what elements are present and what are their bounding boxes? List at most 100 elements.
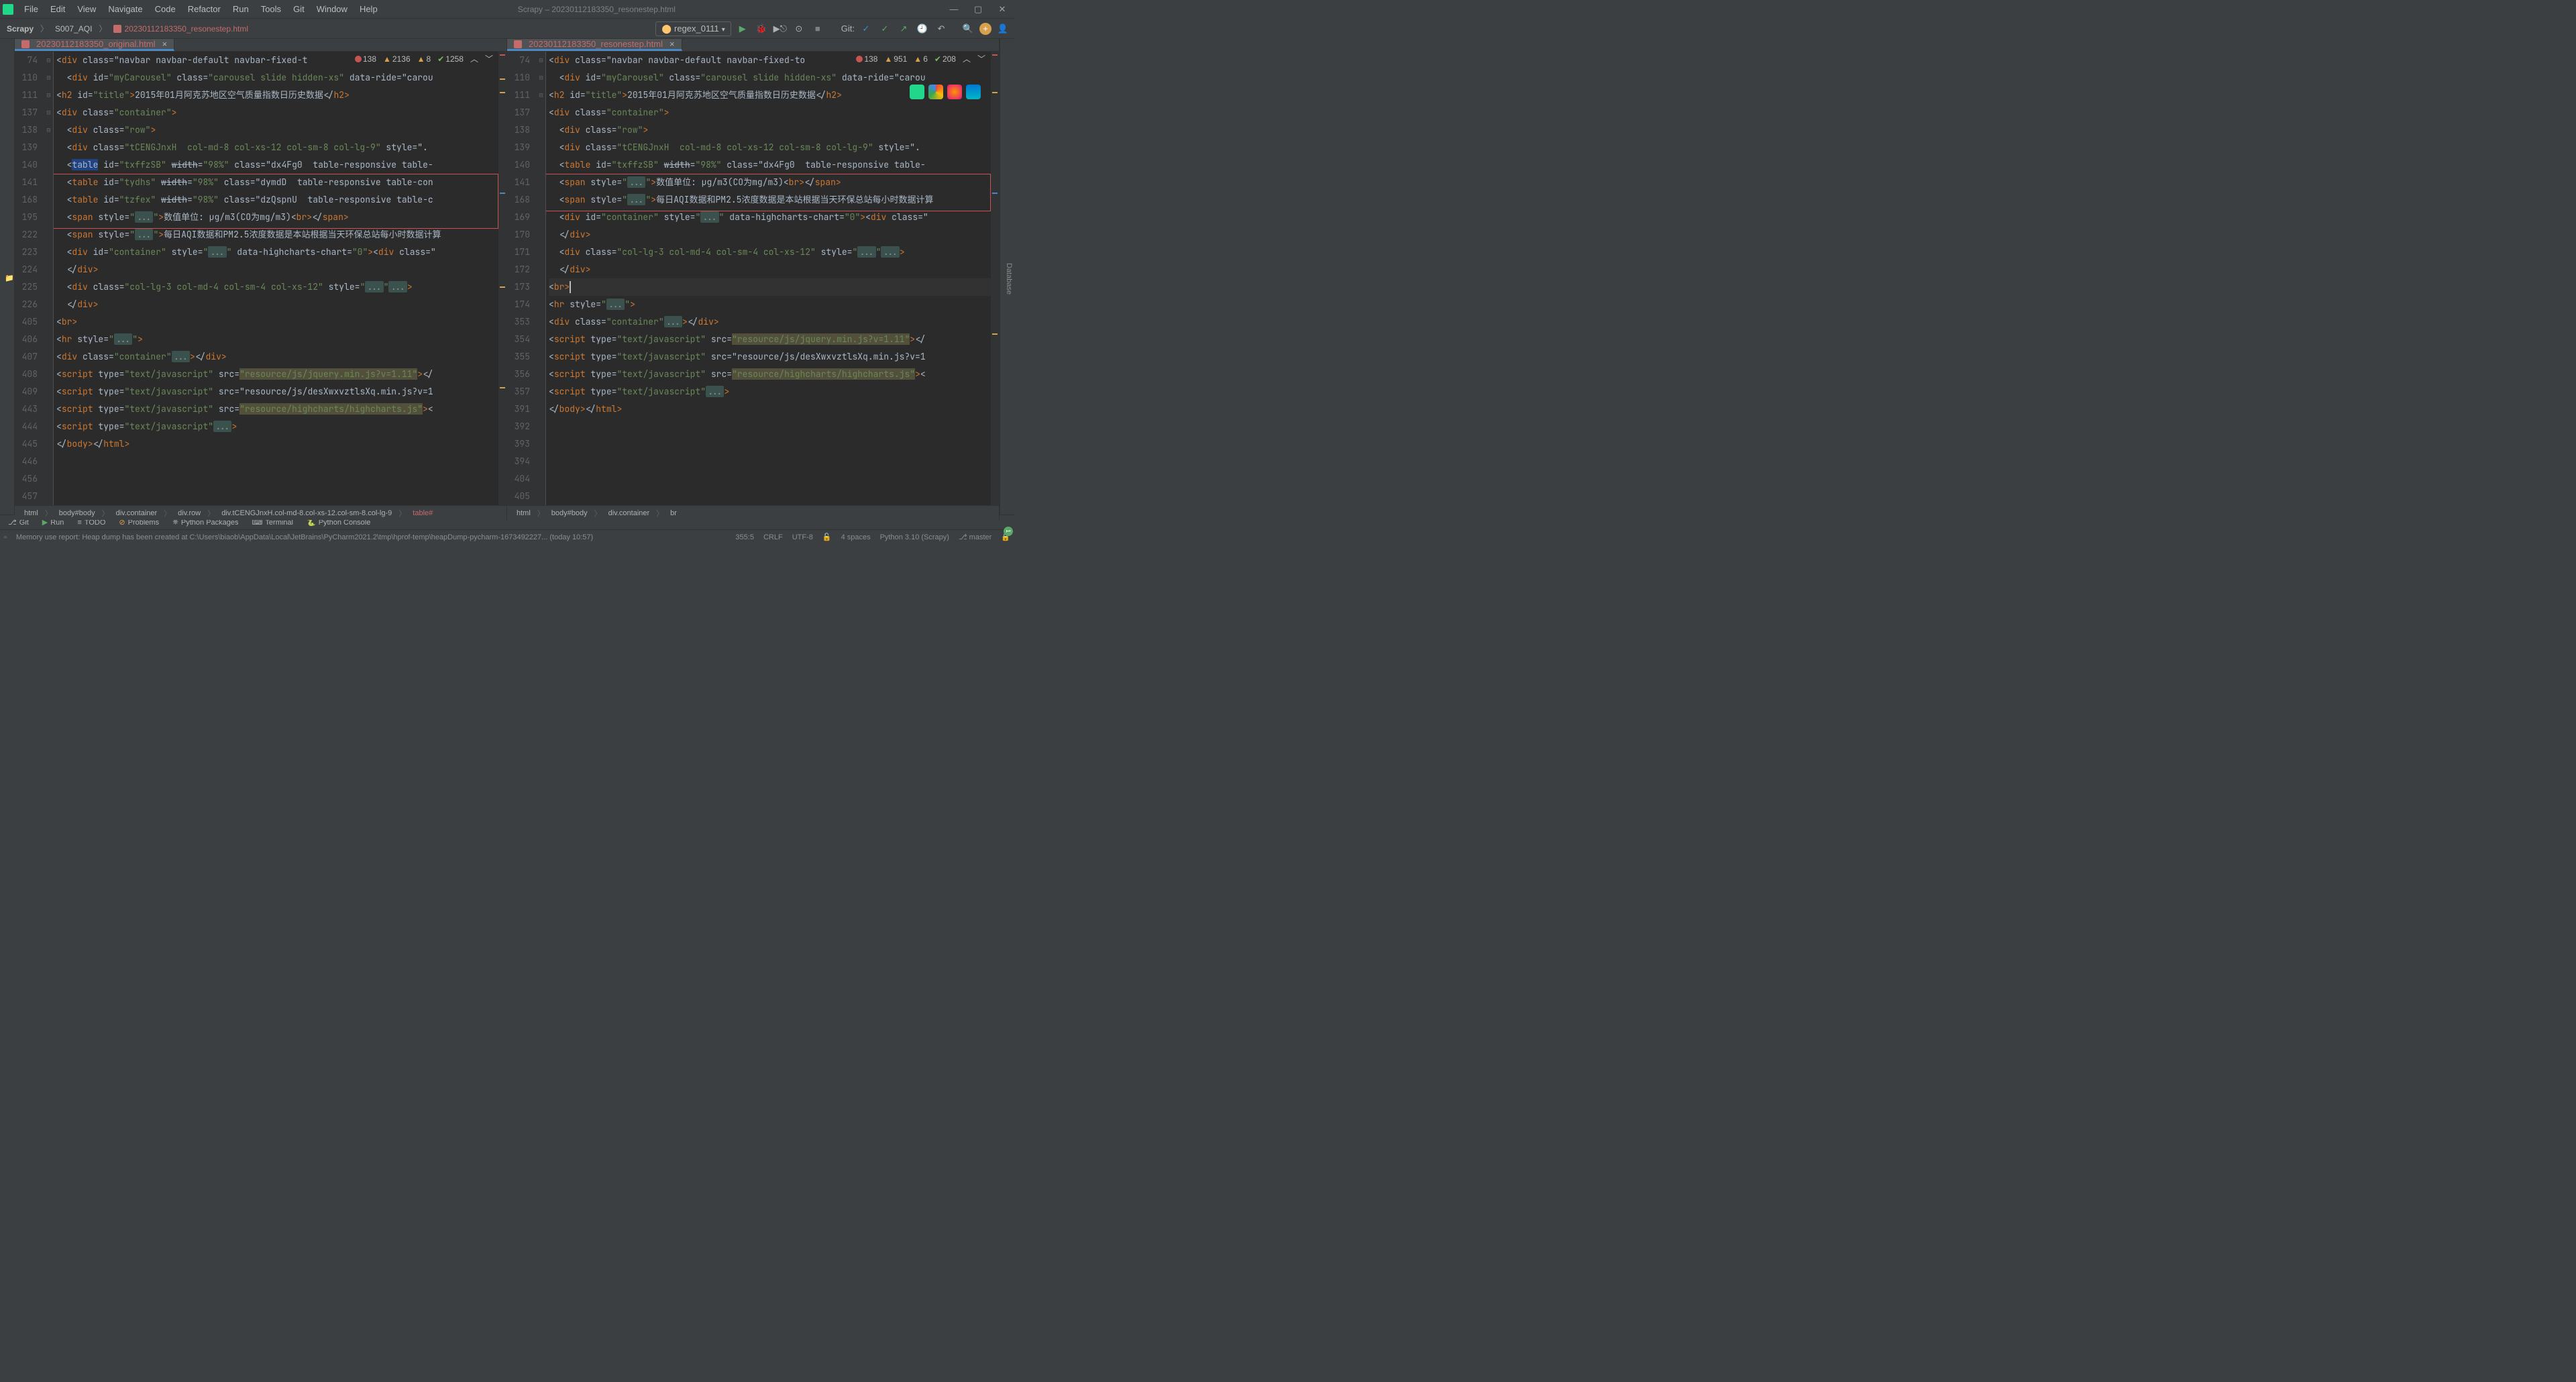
editor-tabs: 20230112183350_original.html × 202301121… (15, 39, 1000, 52)
code-area-left[interactable]: <div class="navbar navbar-default navbar… (54, 52, 498, 505)
fold-gutter[interactable]: ⊟⊟⊟⊟⊟ (44, 52, 54, 505)
marker-stripe-right[interactable] (991, 52, 999, 505)
error-count: 138 (363, 54, 376, 64)
menu-edit[interactable]: Edit (45, 3, 70, 15)
editor-crumb[interactable]: body#body (547, 509, 592, 518)
weak-warning-icon: ▲ (417, 54, 425, 64)
editor-breadcrumb-left: html〉 body#body〉 div.container〉 div.row〉… (15, 505, 506, 520)
menu-navigate[interactable]: Navigate (103, 3, 148, 15)
search-everywhere-button[interactable]: 🔍 (961, 21, 975, 36)
editor-crumb[interactable]: br (666, 509, 681, 518)
weak-count: 6 (923, 54, 928, 64)
toolwindow-database[interactable]: Database (1004, 258, 1014, 300)
warning-icon: ▲ (884, 54, 892, 64)
editor-crumb[interactable]: div.container (604, 509, 654, 518)
coverage-button[interactable]: ▶⎋ (773, 21, 788, 36)
menu-view[interactable]: View (72, 3, 101, 15)
edge-icon[interactable] (966, 85, 981, 99)
file-encoding[interactable]: UTF-8 (792, 533, 813, 541)
inspection-widget-right[interactable]: 138 ▲951 ▲6 ✔208 ︿ ﹀ (852, 52, 989, 66)
chrome-icon[interactable] (928, 85, 943, 99)
html-file-icon (514, 40, 522, 48)
typo-count: 208 (943, 54, 956, 64)
maximize-button[interactable]: ▢ (969, 3, 987, 16)
run-button[interactable]: ▶ (735, 21, 750, 36)
editor-crumb[interactable]: body#body (55, 509, 99, 518)
folder-icon[interactable]: 📁 (5, 274, 14, 282)
stop-button[interactable]: ■ (810, 21, 825, 36)
close-button[interactable]: ✕ (993, 3, 1012, 16)
app-icon (3, 4, 13, 15)
indent-setting[interactable]: 4 spaces (841, 533, 871, 541)
menu-file[interactable]: File (19, 3, 44, 15)
close-tab-icon[interactable]: × (669, 39, 675, 49)
account-button[interactable]: 👤 (996, 21, 1010, 36)
html-file-icon (21, 40, 30, 48)
error-icon (355, 56, 362, 62)
menu-code[interactable]: Code (150, 3, 181, 15)
line-gutter[interactable]: 7411011113713813914014116816917017117217… (507, 52, 537, 505)
next-highlight-icon[interactable]: ﹀ (485, 53, 493, 64)
editor-crumb[interactable]: html (20, 509, 42, 518)
prev-highlight-icon[interactable]: ︿ (470, 53, 478, 64)
warning-count: 2136 (392, 54, 411, 64)
builtin-preview-icon[interactable] (910, 85, 924, 99)
editor-tab-left[interactable]: 20230112183350_original.html × (15, 39, 174, 51)
inspection-widget-left[interactable]: 138 ▲2136 ▲8 ✔1258 ︿ ﹀ (351, 52, 497, 66)
python-interpreter[interactable]: Python 3.10 (Scrapy) (880, 533, 949, 541)
fold-gutter[interactable]: ⊟⊟⊟ (537, 52, 546, 505)
error-icon (856, 56, 863, 62)
firefox-icon[interactable] (947, 85, 962, 99)
status-bar: ▫ Memory use report: Heap dump has been … (0, 529, 1014, 544)
typo-count: 1258 (445, 54, 464, 64)
next-highlight-icon[interactable]: ﹀ (977, 53, 985, 64)
ide-settings-button[interactable]: + (979, 23, 991, 35)
tab-filename: 20230112183350_resonestep.html (529, 39, 663, 49)
vcs-push-button[interactable]: ↗ (896, 21, 911, 36)
open-in-browser-icons (910, 85, 981, 99)
git-branch[interactable]: ⎇ master (959, 533, 991, 541)
warning-icon: ▲ (383, 54, 391, 64)
vcs-label: Git: (841, 23, 855, 34)
editor-crumb[interactable]: html (513, 509, 535, 518)
crumb-file[interactable]: 20230112183350_resonestep.html (111, 23, 251, 35)
editor-tab-right[interactable]: 20230112183350_resonestep.html × (507, 39, 682, 51)
crumb-folder[interactable]: S007_AQI (52, 23, 95, 35)
debug-button[interactable]: 🐞 (754, 21, 769, 36)
right-tool-stripe: Database SciView Event Log 1 (1000, 39, 1014, 515)
menu-refactor[interactable]: Refactor (182, 3, 226, 15)
breadcrumb: Scrapy 〉 S007_AQI 〉 20230112183350_reson… (4, 23, 251, 35)
editor-pane-right[interactable]: 138 ▲951 ▲6 ✔208 ︿ ﹀ 7411011113713813914… (507, 52, 1000, 520)
editor-crumb[interactable]: div.container (112, 509, 162, 518)
weak-warning-icon: ▲ (914, 54, 922, 64)
editor-crumb[interactable]: div.row (174, 509, 205, 518)
typo-icon: ✔ (934, 54, 941, 64)
editor-crumb[interactable]: table# (409, 509, 437, 518)
nav-toolbar: Scrapy 〉 S007_AQI 〉 20230112183350_reson… (0, 19, 1014, 39)
vcs-commit-button[interactable]: ✓ (877, 21, 892, 36)
editor-area: 20230112183350_original.html × 202301121… (15, 39, 1000, 515)
crumb-project[interactable]: Scrapy (4, 23, 36, 35)
chevron-right-icon: 〉 (40, 23, 48, 34)
vcs-history-button[interactable]: 🕘 (915, 21, 930, 36)
prev-highlight-icon[interactable]: ︿ (963, 53, 971, 64)
profile-button[interactable]: ⊙ (792, 21, 806, 36)
marker-stripe-left[interactable] (498, 52, 506, 505)
status-icon[interactable]: ▫ (4, 533, 7, 541)
editor-crumb[interactable]: div.tCENGJnxH.col-md-8.col-xs-12.col-sm-… (217, 509, 396, 518)
editor-pane-left[interactable]: 138 ▲2136 ▲8 ✔1258 ︿ ﹀ 74110111137138139… (15, 52, 507, 520)
status-message: Memory use report: Heap dump has been cr… (16, 533, 727, 541)
left-tool-stripe: 📁 Project Commit Structure Favorites (0, 39, 15, 515)
readonly-icon[interactable]: 🔓 (822, 533, 832, 541)
vcs-update-button[interactable]: ✓ (859, 21, 873, 36)
close-tab-icon[interactable]: × (162, 39, 168, 49)
run-configuration-dropdown[interactable]: ⬤ regex_0111 (655, 21, 731, 36)
line-gutter[interactable]: 7411011113713813914014116819522222322422… (15, 52, 44, 505)
caret-position[interactable]: 355:5 (735, 533, 754, 541)
minimize-button[interactable]: — (945, 3, 963, 16)
error-count: 138 (864, 54, 877, 64)
code-area-right[interactable]: <div class="navbar navbar-default navbar… (546, 52, 991, 505)
warning-count: 951 (894, 54, 907, 64)
vcs-rollback-button[interactable]: ↶ (934, 21, 949, 36)
line-separator[interactable]: CRLF (763, 533, 783, 541)
